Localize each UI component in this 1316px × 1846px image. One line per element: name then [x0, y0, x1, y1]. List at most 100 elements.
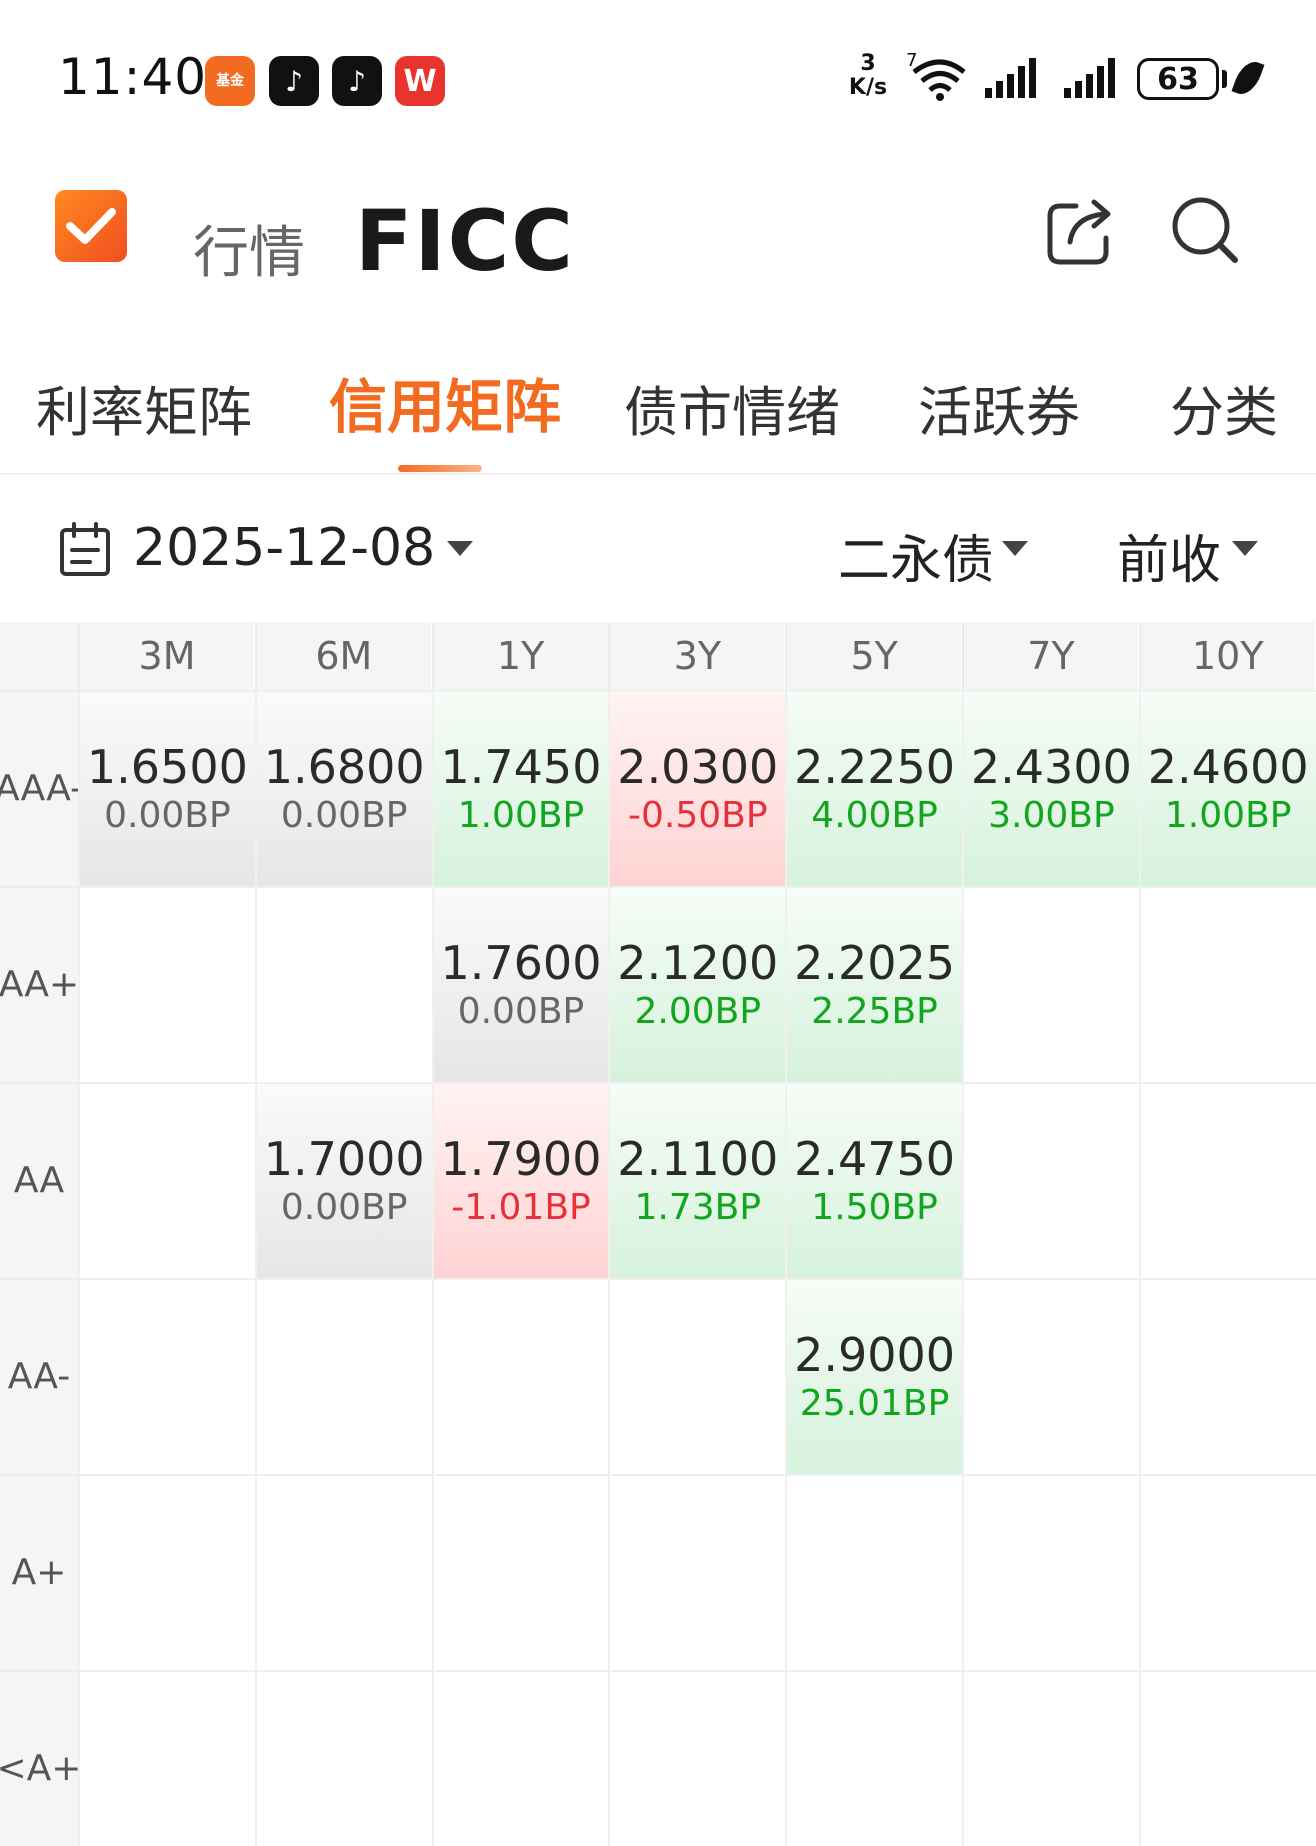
- yield-change: 1.00BP: [1164, 795, 1292, 836]
- yield-change: 1.73BP: [634, 1187, 762, 1228]
- yield-value: 2.9000: [794, 1328, 956, 1382]
- app-logo[interactable]: [55, 190, 127, 262]
- matrix-cell[interactable]: 2.4300 3.00BP: [962, 690, 1139, 886]
- matrix-cell-empty: [431, 1474, 609, 1670]
- share-button[interactable]: [1040, 190, 1120, 270]
- matrix-cell[interactable]: 1.7600 0.00BP: [431, 886, 609, 1082]
- tab-rate-matrix[interactable]: 利率矩阵: [36, 368, 252, 447]
- yield-change: 0.00BP: [104, 795, 231, 836]
- table-corner: [0, 622, 78, 690]
- column-header: 7Y: [962, 622, 1138, 690]
- matrix-cell-empty: [962, 886, 1139, 1082]
- bond-type-selector[interactable]: 二永债: [838, 518, 994, 593]
- yield-value: 1.6500: [86, 740, 248, 794]
- tab-active-bonds[interactable]: 活跃券: [918, 368, 1080, 447]
- matrix-cell[interactable]: 2.4750 1.50BP: [785, 1082, 962, 1278]
- matrix-cell[interactable]: 2.2025 2.25BP: [785, 886, 962, 1082]
- fund-app-icon: 基金: [205, 56, 255, 106]
- matrix-cell[interactable]: 2.1100 1.73BP: [608, 1082, 786, 1278]
- column-header: 3Y: [608, 622, 785, 690]
- section-title[interactable]: 行情: [193, 208, 305, 289]
- yield-change: 1.00BP: [457, 795, 585, 836]
- matrix-cell[interactable]: 1.7000 0.00BP: [254, 1082, 432, 1278]
- yield-value: 2.4750: [794, 1132, 956, 1186]
- matrix-cell-empty: [431, 1278, 609, 1474]
- yield-change: 2.00BP: [634, 991, 762, 1032]
- app-header: 行情 FICC: [0, 160, 1316, 310]
- network-speed: 3 K/s: [848, 51, 888, 100]
- matrix-cell-empty: [962, 1082, 1139, 1278]
- matrix-cell-empty: [1138, 886, 1316, 1082]
- chevron-down-icon[interactable]: [1002, 541, 1028, 556]
- matrix-cell-empty: [1138, 1278, 1316, 1474]
- matrix-cell-empty: [254, 1474, 432, 1670]
- status-time: 11:40: [58, 48, 208, 106]
- column-header: 1Y: [431, 622, 608, 690]
- yield-change: 0.00BP: [280, 795, 408, 836]
- matrix-cell[interactable]: 1.6500 0.00BP: [78, 690, 255, 886]
- search-button[interactable]: [1165, 190, 1245, 270]
- yield-value: 1.7600: [440, 936, 602, 990]
- cell-signal-icon-2: [1064, 58, 1120, 102]
- row-header-rating: <A+: [0, 1670, 81, 1846]
- matrix-cell-empty: [962, 1474, 1139, 1670]
- matrix-cell[interactable]: 2.1200 2.00BP: [608, 886, 786, 1082]
- checkmark-icon: [66, 208, 116, 244]
- yield-change: 0.00BP: [457, 991, 585, 1032]
- leaf-icon: [1231, 57, 1265, 99]
- tiktok-icon: ♪: [269, 56, 319, 106]
- page-title: FICC: [355, 192, 575, 290]
- date-selector[interactable]: 2025-12-08: [133, 518, 435, 578]
- yield-change: 1.50BP: [811, 1187, 938, 1228]
- yield-value: 2.2025: [794, 936, 956, 990]
- matrix-cell[interactable]: 1.7900 -1.01BP: [431, 1082, 609, 1278]
- row-header-rating: AA: [0, 1082, 78, 1278]
- matrix-cell[interactable]: 1.7450 1.00BP: [431, 690, 609, 886]
- yield-value: 2.4600: [1147, 740, 1309, 794]
- matrix-cell-empty: [78, 1278, 255, 1474]
- yield-change: 4.00BP: [811, 795, 938, 836]
- yield-value: 2.4300: [970, 740, 1132, 794]
- battery-level: 63: [1157, 61, 1199, 97]
- active-tab-indicator: [398, 465, 482, 472]
- yield-value: 2.1200: [617, 936, 779, 990]
- cell-signal-icon: [985, 58, 1041, 102]
- matrix-cell-empty: [431, 1670, 609, 1846]
- column-header: 3M: [78, 622, 254, 690]
- column-header: 6M: [254, 622, 431, 690]
- chevron-down-icon[interactable]: [1232, 541, 1258, 556]
- matrix-cell-empty: [254, 886, 432, 1082]
- matrix-cell-empty: [608, 1670, 786, 1846]
- tab-category[interactable]: 分类: [1170, 368, 1278, 447]
- matrix-cell[interactable]: 2.0300 -0.50BP: [608, 690, 786, 886]
- matrix-cell[interactable]: 2.4600 1.00BP: [1138, 690, 1316, 886]
- matrix-cell-empty: [962, 1278, 1139, 1474]
- tab-credit-matrix[interactable]: 信用矩阵: [329, 360, 561, 444]
- wifi-icon: 7: [906, 50, 966, 106]
- matrix-cell-empty: [78, 886, 255, 1082]
- chevron-down-icon[interactable]: [447, 541, 473, 556]
- matrix-cell-empty: [78, 1082, 255, 1278]
- share-icon: [1047, 199, 1111, 265]
- tab-market-sentiment[interactable]: 债市情绪: [624, 368, 840, 447]
- yield-value: 2.0300: [617, 740, 779, 794]
- yield-change: 2.25BP: [811, 991, 938, 1032]
- filter-row: 2025-12-08 二永债 前收: [0, 480, 1316, 620]
- matrix-cell[interactable]: 2.9000 25.01BP: [785, 1278, 962, 1474]
- yield-value: 2.2250: [794, 740, 956, 794]
- yield-value: 1.7900: [440, 1132, 602, 1186]
- price-basis-selector[interactable]: 前收: [1117, 518, 1221, 593]
- yield-change: -0.50BP: [628, 795, 768, 836]
- calendar-icon[interactable]: [58, 522, 112, 582]
- matrix-cell[interactable]: 2.2250 4.00BP: [785, 690, 962, 886]
- matrix-cell-empty: [254, 1670, 432, 1846]
- row-header-rating: AA+: [0, 886, 79, 1082]
- matrix-cell-empty: [608, 1474, 786, 1670]
- yield-change: 0.00BP: [280, 1187, 408, 1228]
- matrix-cell[interactable]: 1.6800 0.00BP: [254, 690, 432, 886]
- matrix-cell-empty: [1138, 1670, 1316, 1846]
- matrix-cell-empty: [608, 1278, 786, 1474]
- battery-tip: [1222, 70, 1227, 88]
- yield-value: 2.1100: [617, 1132, 779, 1186]
- column-header: 5Y: [785, 622, 962, 690]
